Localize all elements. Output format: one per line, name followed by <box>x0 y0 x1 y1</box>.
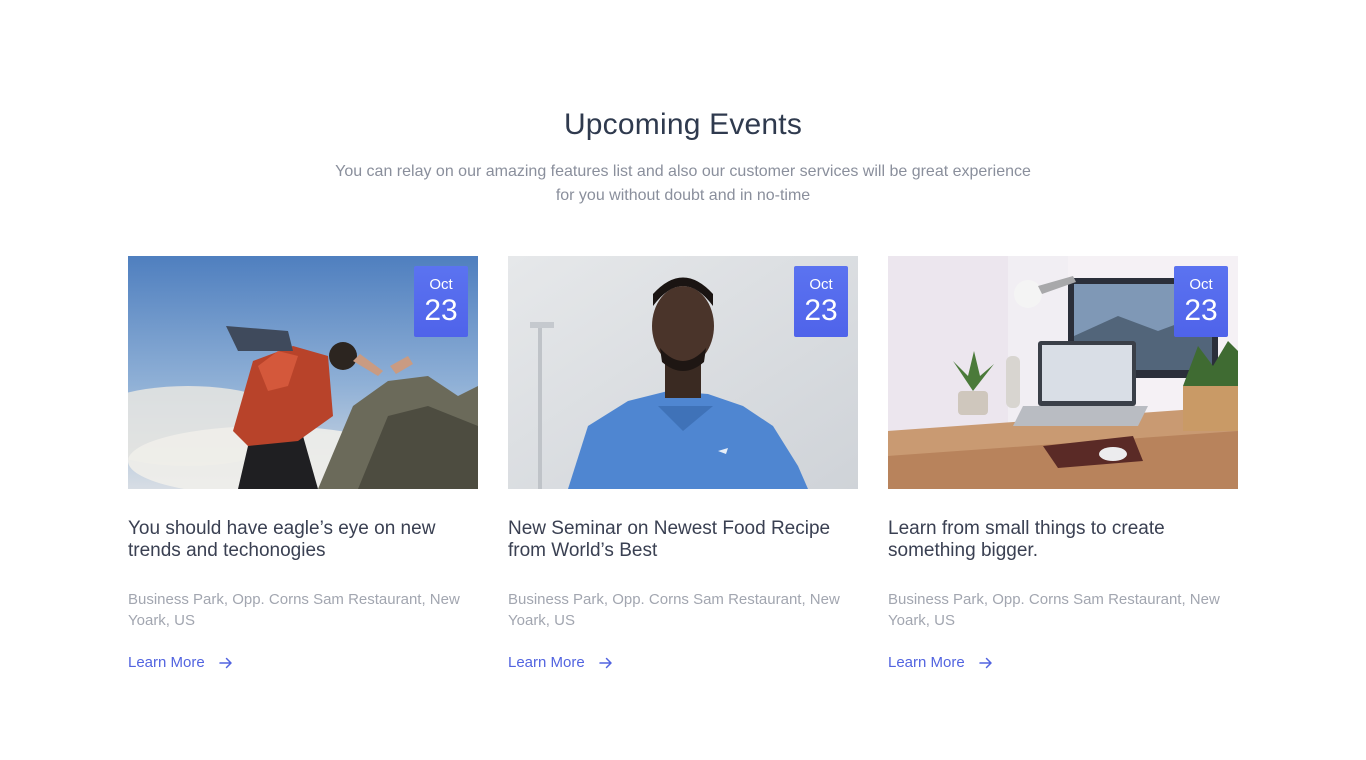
learn-more-label: Learn More <box>508 654 585 671</box>
event-cards: Oct 23 You should have eagle’s eye on ne… <box>128 256 1238 696</box>
arrow-right-icon <box>218 657 232 668</box>
event-address: Business Park, Opp. Corns Sam Restaurant… <box>128 591 460 629</box>
event-card: Oct 23 New Seminar on Newest Food Recipe… <box>508 256 858 686</box>
section-title: Upcoming Events <box>563 108 803 141</box>
event-card: Oct 23 Learn from small things to create… <box>888 256 1238 686</box>
date-badge: Oct 23 <box>414 266 468 337</box>
arrow-right-icon <box>978 657 992 668</box>
event-address: Business Park, Opp. Corns Sam Restaurant… <box>508 591 840 629</box>
event-title[interactable]: Learn from small things to create someth… <box>888 518 1238 562</box>
learn-more-label: Learn More <box>128 654 205 671</box>
date-day: 23 <box>424 294 458 327</box>
event-title[interactable]: New Seminar on Newest Food Recipe from W… <box>508 518 858 562</box>
date-month: Oct <box>429 276 453 293</box>
section-subtitle: You can relay on our amazing features li… <box>335 163 1031 204</box>
date-badge: Oct 23 <box>794 266 848 337</box>
learn-more-label: Learn More <box>888 654 965 671</box>
event-title[interactable]: You should have eagle’s eye on new trend… <box>128 518 478 562</box>
date-day: 23 <box>804 294 838 327</box>
event-image-person-jumping[interactable]: Oct 23 <box>128 256 478 489</box>
learn-more-link[interactable]: Learn More <box>888 654 993 671</box>
date-badge: Oct 23 <box>1174 266 1228 337</box>
event-image-desk-workspace[interactable]: Oct 23 <box>888 256 1238 489</box>
arrow-right-icon <box>598 657 612 668</box>
date-month: Oct <box>1189 276 1213 293</box>
date-day: 23 <box>1184 294 1218 327</box>
event-card: Oct 23 You should have eagle’s eye on ne… <box>128 256 478 686</box>
learn-more-link[interactable]: Learn More <box>128 654 233 671</box>
upcoming-events-section: Upcoming Events You can relay on our ama… <box>0 0 1366 760</box>
date-month: Oct <box>809 276 833 293</box>
event-image-man-portrait[interactable]: Oct 23 <box>508 256 858 489</box>
event-address: Business Park, Opp. Corns Sam Restaurant… <box>888 591 1220 629</box>
learn-more-link[interactable]: Learn More <box>508 654 613 671</box>
